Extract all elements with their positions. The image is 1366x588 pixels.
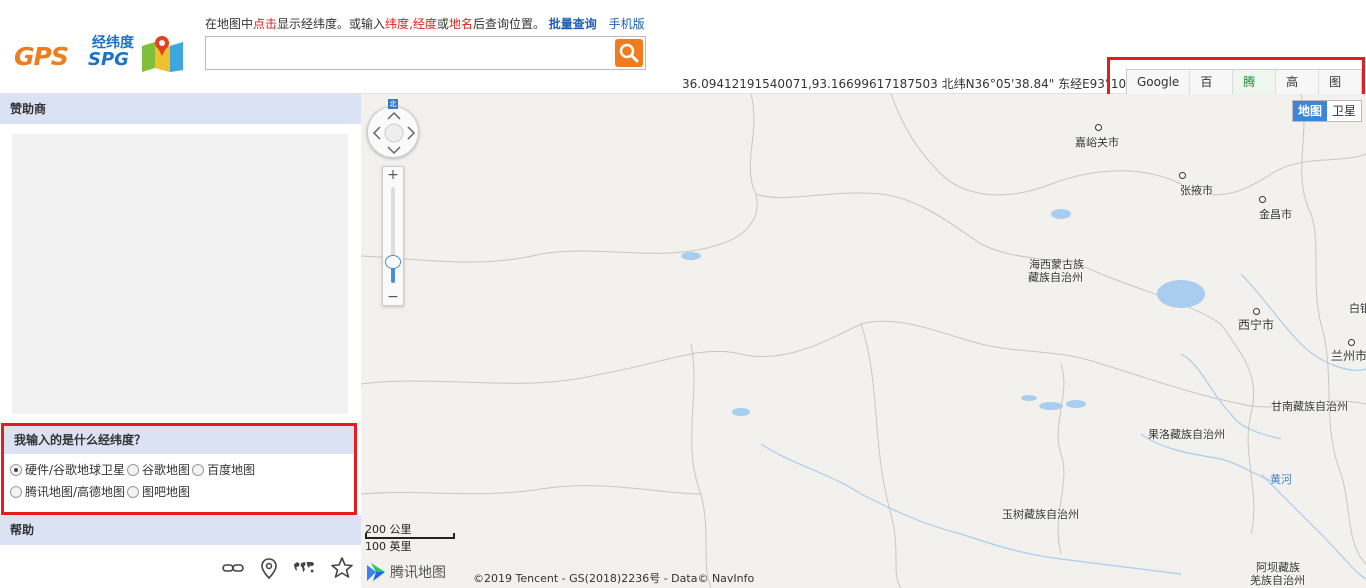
batch-query-link[interactable]: 批量查询 bbox=[549, 17, 597, 31]
river-label: 黄河 bbox=[1270, 473, 1292, 486]
sidebar: 赞助商 我输入的是什么经纬度？ 硬件/谷歌地球卫星 谷歌地图 百度地图腾讯地图/高德… bbox=[0, 94, 361, 588]
search-input[interactable] bbox=[206, 37, 611, 69]
help-title[interactable]: 帮助 bbox=[0, 515, 361, 545]
tip-highlight: 点击 bbox=[253, 17, 278, 31]
coordinate-type-title: 我输入的是什么经纬度？ bbox=[4, 426, 354, 454]
coordinate-type-radio[interactable]: 图吧地图 bbox=[127, 482, 190, 502]
coordinate-type-radio[interactable]: 谷歌地图 bbox=[127, 460, 190, 480]
logo-gps-text: GPS bbox=[14, 42, 69, 71]
tip-text: 或 bbox=[436, 17, 449, 31]
map-copyright: ©2019 Tencent - GS(2018)2236号 - Data© Na… bbox=[473, 572, 755, 585]
city-marker bbox=[1179, 172, 1186, 179]
map-provider-tab[interactable]: Google bbox=[1127, 70, 1191, 94]
coordinate-type-radio[interactable]: 百度地图 bbox=[192, 460, 255, 480]
place-label: 果洛藏族自治州 bbox=[1148, 428, 1225, 441]
zoom-in-button[interactable]: + bbox=[383, 167, 403, 183]
search-box bbox=[205, 36, 646, 70]
zoom-slider-handle[interactable] bbox=[385, 255, 401, 269]
map-provider-tab[interactable]: 图吧 bbox=[1319, 70, 1362, 113]
city-marker bbox=[1259, 196, 1266, 203]
north-indicator: 北 bbox=[388, 99, 398, 109]
search-button[interactable] bbox=[615, 39, 643, 67]
coordinate-type-options: 硬件/谷歌地球卫星 谷歌地图 百度地图腾讯地图/高德地图 图吧地图 bbox=[4, 454, 354, 510]
zoom-out-button[interactable]: − bbox=[383, 289, 403, 305]
sidebar-toolbar bbox=[0, 548, 361, 588]
place-label: 张掖市 bbox=[1180, 184, 1213, 197]
map-provider-tab[interactable]: 腾讯 bbox=[1233, 70, 1277, 113]
map-base-layer bbox=[361, 94, 1366, 588]
map-canvas[interactable]: 嘉峪关市 张掖市 金昌市 海西蒙古族 藏族自治州 西宁市 兰州市 白银 甘南藏族… bbox=[361, 94, 1366, 588]
place-label: 藏族自治州 bbox=[1028, 271, 1083, 284]
tencent-map-icon bbox=[367, 563, 385, 581]
map-provider-tab[interactable]: 高德 bbox=[1276, 70, 1320, 113]
usage-tip: 在地图中点击显示经纬度。或输入纬度,经度或地名后查询位置。 批量查询 手机版 bbox=[205, 15, 645, 32]
sponsor-ad-area[interactable] bbox=[12, 134, 348, 414]
site-logo[interactable]: GPS 经纬度 SPG bbox=[14, 28, 189, 76]
world-map-icon[interactable] bbox=[292, 556, 316, 580]
pan-arrows-icon bbox=[372, 111, 416, 155]
mobile-version-link[interactable]: 手机版 bbox=[609, 17, 645, 31]
radio-label: 谷歌地图 bbox=[142, 463, 191, 477]
place-label: 嘉峪关市 bbox=[1075, 136, 1119, 149]
pan-control[interactable] bbox=[367, 106, 419, 158]
tip-text: 后查询位置。 bbox=[472, 17, 545, 31]
location-pin-icon[interactable] bbox=[257, 556, 281, 580]
star-icon[interactable] bbox=[330, 556, 354, 580]
radio-label: 硬件/谷歌地球卫星 bbox=[25, 463, 126, 477]
sponsor-title: 赞助商 bbox=[0, 94, 361, 124]
map-provider-tabs: Google百度腾讯高德图吧 bbox=[1126, 69, 1362, 113]
map-logo-icon bbox=[142, 36, 183, 72]
radio-button-icon[interactable] bbox=[127, 486, 140, 498]
zoom-control: + − bbox=[382, 166, 404, 306]
radio-label: 图吧地图 bbox=[142, 485, 191, 499]
radio-button-icon[interactable] bbox=[192, 464, 205, 476]
radio-button-icon[interactable] bbox=[10, 486, 22, 498]
place-label: 甘南藏族自治州 bbox=[1271, 400, 1348, 413]
logo-spg-text: SPG bbox=[88, 49, 129, 70]
map-type-switch: 地图 卫星 bbox=[1291, 100, 1362, 122]
place-label: 兰州市 bbox=[1331, 349, 1366, 363]
city-marker bbox=[1095, 124, 1102, 131]
coordinate-readout: 36.09412191540071,93.16699617187503 北纬N3… bbox=[682, 77, 1162, 91]
place-label: 金昌市 bbox=[1259, 208, 1292, 221]
radio-label: 腾讯地图/高德地图 bbox=[25, 485, 126, 499]
coordinate-type-panel: 我输入的是什么经纬度？ 硬件/谷歌地球卫星 谷歌地图 百度地图腾讯地图/高德地图 图吧… bbox=[1, 423, 357, 515]
map-type-satellite-button[interactable]: 卫星 bbox=[1326, 101, 1361, 121]
coordinate-type-radio[interactable]: 硬件/谷歌地球卫星 bbox=[10, 460, 125, 480]
radio-button-icon[interactable] bbox=[127, 464, 140, 476]
scale-imperial: 100 英里 bbox=[365, 540, 412, 553]
map-type-map-button[interactable]: 地图 bbox=[1292, 101, 1327, 121]
radio-label: 百度地图 bbox=[207, 463, 256, 477]
link-icon[interactable] bbox=[221, 556, 245, 580]
place-label: 白银 bbox=[1349, 302, 1366, 315]
place-label: 玉树藏族自治州 bbox=[1002, 508, 1079, 521]
tip-highlight: 地名 bbox=[448, 17, 473, 31]
search-icon bbox=[619, 43, 639, 63]
tip-highlight: 经度 bbox=[412, 17, 437, 31]
help-section: 帮助 bbox=[0, 515, 361, 545]
tip-text: 在地图中 bbox=[205, 17, 254, 31]
tip-text: 显示经纬度。或输入 bbox=[277, 17, 386, 31]
coordinate-type-radio[interactable]: 腾讯地图/高德地图 bbox=[10, 482, 125, 502]
city-marker bbox=[1253, 308, 1260, 315]
map-provider-tab[interactable]: 百度 bbox=[1190, 70, 1234, 113]
tencent-map-logo[interactable]: 腾讯地图 bbox=[365, 560, 446, 584]
place-label: 羌族自治州 bbox=[1250, 574, 1305, 587]
tip-highlight: 纬度 bbox=[385, 17, 410, 31]
tencent-map-brand: 腾讯地图 bbox=[390, 565, 446, 581]
radio-button-icon[interactable] bbox=[10, 464, 22, 476]
city-marker bbox=[1348, 339, 1355, 346]
place-label: 西宁市 bbox=[1238, 318, 1275, 332]
